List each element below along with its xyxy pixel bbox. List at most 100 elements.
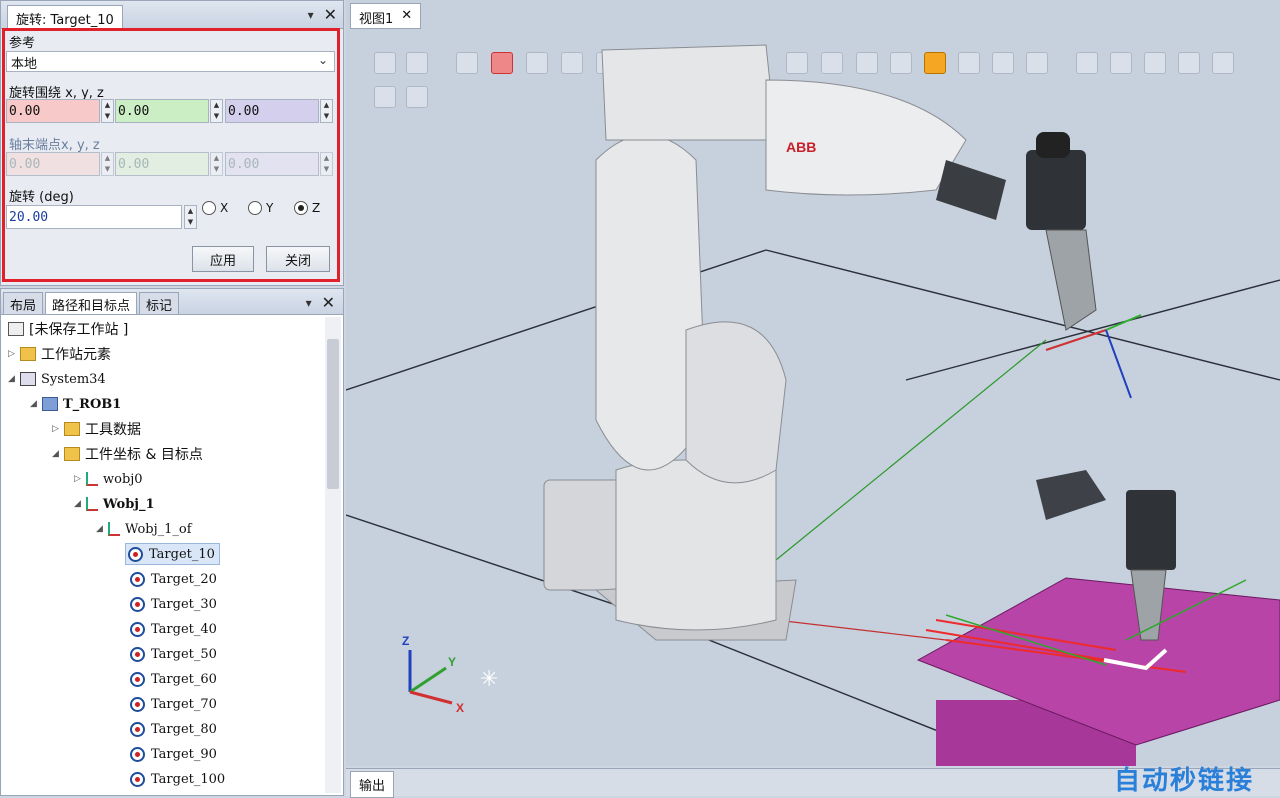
- tree-node-station[interactable]: [未保存工作站 ]: [8, 318, 128, 340]
- tree-node-target[interactable]: Target_30: [130, 593, 217, 615]
- end-y-stepper: ▲ ▼: [210, 152, 223, 176]
- target-label: Target_90: [151, 746, 217, 762]
- tree-node-target[interactable]: Target_20: [130, 568, 217, 590]
- wobj1-of-label: Wobj_1_of: [125, 521, 192, 537]
- gizmo-y-line: [409, 666, 447, 694]
- tree-node-wobj-targets[interactable]: ◢ 工件坐标 & 目标点: [52, 443, 203, 465]
- tree-node-target[interactable]: Target_10: [125, 543, 220, 565]
- tab-layout[interactable]: 布局: [3, 292, 44, 314]
- radio-y[interactable]: Y: [248, 201, 273, 215]
- tree-node-target[interactable]: Target_50: [130, 643, 217, 665]
- collapse-arrow-icon[interactable]: ◢: [8, 374, 20, 384]
- wobj-targets-label: 工件坐标 & 目标点: [85, 447, 203, 463]
- pin-icon[interactable]: ▾: [308, 8, 314, 22]
- collapse-arrow-icon[interactable]: ◢: [52, 449, 64, 459]
- apply-button[interactable]: 应用: [192, 246, 254, 272]
- folder-icon: [20, 347, 36, 361]
- rotate-panel-title[interactable]: 旋转: Target_10: [7, 4, 123, 29]
- robot-wrist: [936, 160, 1006, 220]
- world-x-axis: [775, 619, 947, 641]
- target-icon: [130, 746, 145, 762]
- target-icon: [130, 721, 145, 737]
- gizmo-x-line: [409, 690, 453, 705]
- tree-node-tool-data[interactable]: ▷ 工具数据: [52, 418, 141, 440]
- expand-arrow-icon[interactable]: ▷: [52, 424, 64, 434]
- robot-upper-arm: [765, 79, 967, 196]
- around-y-input[interactable]: 0.00: [115, 99, 209, 123]
- target-icon: [130, 596, 145, 612]
- frame-icon: [86, 497, 98, 511]
- radio-z[interactable]: Z: [294, 201, 320, 215]
- work-table[interactable]: [916, 470, 1280, 766]
- tab-output[interactable]: 输出: [350, 771, 395, 798]
- tab-tags[interactable]: 标记: [139, 292, 180, 314]
- tree-node-target[interactable]: Target_60: [130, 668, 217, 690]
- station-icon: [8, 322, 24, 336]
- around-y-stepper[interactable]: ▲ ▼: [210, 99, 223, 123]
- radio-z-circle[interactable]: [294, 201, 308, 215]
- close-icon[interactable]: ✕: [324, 5, 337, 24]
- station-label: [未保存工作站 ]: [29, 322, 129, 338]
- radio-y-label: Y: [266, 201, 274, 215]
- gizmo-z-label: Z: [402, 634, 409, 648]
- radio-x[interactable]: X: [202, 201, 228, 215]
- target-label: Target_20: [151, 571, 217, 587]
- tree-node-station-elements[interactable]: ▷ 工作站元素: [8, 343, 111, 365]
- collapse-arrow-icon[interactable]: ◢: [96, 524, 108, 534]
- around-z-stepper[interactable]: ▲ ▼: [320, 99, 333, 123]
- scroll-thumb[interactable]: [327, 339, 339, 489]
- rotation-stepper[interactable]: ▲ ▼: [184, 205, 197, 229]
- target-icon: [130, 646, 145, 662]
- collapse-arrow-icon[interactable]: ◢: [30, 399, 42, 409]
- radio-x-circle[interactable]: [202, 201, 216, 215]
- tree-node-wobj1-of[interactable]: ◢ Wobj_1_of: [96, 518, 192, 540]
- reference-select[interactable]: 本地 ⌄: [6, 51, 335, 72]
- target-label: Target_80: [151, 721, 217, 737]
- tree-node-wobj1[interactable]: ◢ Wobj_1: [74, 493, 155, 515]
- tab-paths-targets[interactable]: 路径和目标点: [45, 292, 138, 314]
- tree-scrollbar[interactable]: [325, 317, 341, 793]
- gripper-head: [1026, 150, 1086, 230]
- tool-z-axis: [1105, 329, 1132, 399]
- tree-node-target[interactable]: Target_100: [130, 768, 225, 790]
- end-x-stepper: ▲ ▼: [101, 152, 114, 176]
- tree-node-task[interactable]: ◢ T_ROB1: [30, 393, 121, 415]
- axis-gizmo: Z Y X ✳: [402, 634, 498, 715]
- controller-icon: [20, 372, 36, 386]
- world-y-axis: [775, 339, 1047, 561]
- close-button[interactable]: 关闭: [266, 246, 330, 272]
- robot[interactable]: ABB: [543, 44, 1142, 641]
- 3d-viewport[interactable]: 视图1 ✕ ABB Z Y X ✳: [346, 0, 1280, 766]
- reference-label: 参考: [9, 36, 36, 51]
- around-x-stepper[interactable]: ▲ ▼: [101, 99, 114, 123]
- radio-x-label: X: [220, 201, 229, 215]
- tree-node-wobj0[interactable]: ▷ wobj0: [74, 468, 143, 490]
- pin-icon[interactable]: ▾: [306, 296, 312, 310]
- expand-arrow-icon[interactable]: ▷: [8, 349, 20, 359]
- tree-node-target[interactable]: Target_70: [130, 693, 217, 715]
- end-x-input: 0.00: [6, 152, 100, 176]
- scene-svg: ABB Z Y X ✳: [346, 44, 1280, 766]
- rotate-panel-titlebar: 旋转: Target_10 ▾ ✕: [1, 1, 343, 29]
- tree-node-target[interactable]: Target_80: [130, 718, 217, 740]
- around-x-input[interactable]: 0.00: [6, 99, 100, 123]
- target-label: Target_40: [151, 621, 217, 637]
- radio-y-circle[interactable]: [248, 201, 262, 215]
- grid-line: [765, 249, 1280, 381]
- frame-icon: [86, 472, 98, 486]
- tree-node-target[interactable]: Target_90: [130, 743, 217, 765]
- target-label: Target_70: [151, 696, 217, 712]
- close-icon[interactable]: ✕: [322, 293, 335, 312]
- rotation-input[interactable]: 20.00: [6, 205, 182, 229]
- around-z-input[interactable]: 0.00: [225, 99, 319, 123]
- spindle: [1045, 229, 1097, 331]
- tree-node-target[interactable]: Target_40: [130, 618, 217, 640]
- gripper-cap: [1036, 132, 1070, 158]
- expand-arrow-icon[interactable]: ▷: [74, 474, 86, 484]
- second-tool-head: [1126, 490, 1176, 570]
- tree-node-system[interactable]: ◢ System34: [8, 368, 106, 390]
- target-icon: [130, 696, 145, 712]
- end-z-input: 0.00: [225, 152, 319, 176]
- collapse-arrow-icon[interactable]: ◢: [74, 499, 86, 509]
- target-icon: [130, 671, 145, 687]
